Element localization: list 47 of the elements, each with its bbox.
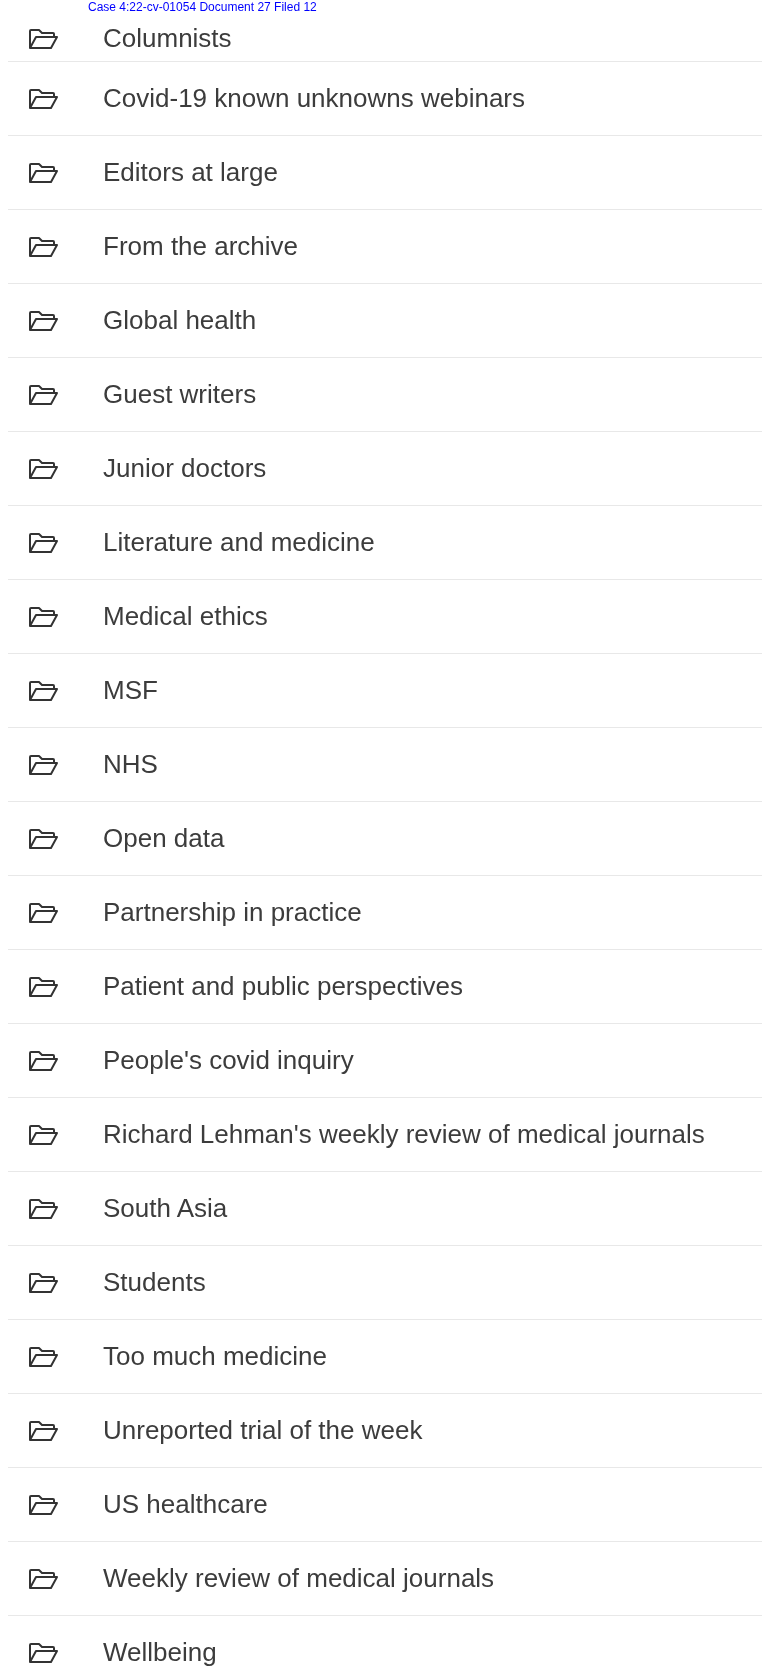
category-link[interactable]: Open data <box>103 819 225 858</box>
category-link[interactable]: People's covid inquiry <box>103 1041 354 1080</box>
folder-icon <box>28 1567 59 1590</box>
folder-icon <box>28 309 59 332</box>
category-link[interactable]: Too much medicine <box>103 1337 327 1376</box>
folder-icon <box>28 1123 59 1146</box>
category-link[interactable]: US healthcare <box>103 1485 268 1524</box>
category-link[interactable]: Students <box>103 1263 206 1302</box>
folder-icon <box>28 1345 59 1368</box>
category-link[interactable]: From the archive <box>103 227 299 266</box>
case-header-text: Case 4:22-cv-01054 Document 27 Filed 12 <box>88 0 317 14</box>
folder-icon <box>28 605 59 628</box>
category-link[interactable]: Patient and public perspectives <box>103 967 463 1006</box>
category-link[interactable]: Unreported trial of the week <box>103 1411 423 1450</box>
folder-icon <box>28 1419 59 1442</box>
folder-icon <box>28 457 59 480</box>
category-link[interactable]: Covid-19 known unknowns webinars <box>103 79 525 118</box>
folder-icon <box>28 531 59 554</box>
folder-icon <box>28 1197 59 1220</box>
folder-icon <box>28 87 59 110</box>
category-link[interactable]: Global health <box>103 301 257 340</box>
category-link[interactable]: Guest writers <box>103 375 257 414</box>
folder-icon <box>28 161 59 184</box>
folder-icon <box>28 1493 59 1516</box>
folder-icon <box>28 1271 59 1294</box>
folder-icon <box>28 753 59 776</box>
folder-icon <box>28 901 59 924</box>
folder-icon <box>28 235 59 258</box>
folder-icon <box>28 827 59 850</box>
category-link[interactable]: Weekly review of medical journals <box>103 1559 495 1598</box>
category-link[interactable]: Medical ethics <box>103 597 268 636</box>
category-link[interactable]: Wellbeing <box>103 1633 217 1667</box>
category-link[interactable]: Editors at large <box>103 153 278 192</box>
category-link[interactable]: South Asia <box>103 1189 228 1228</box>
folder-icon <box>28 27 59 50</box>
folder-icon <box>28 1049 59 1072</box>
category-link[interactable]: Literature and medicine <box>103 523 375 562</box>
category-link[interactable]: NHS <box>103 745 158 784</box>
category-link[interactable]: Columnists <box>103 19 232 58</box>
folder-icon <box>28 679 59 702</box>
category-link[interactable]: Partnership in practice <box>103 893 362 932</box>
category-link[interactable]: Junior doctors <box>103 449 267 488</box>
category-link[interactable]: Richard Lehman's weekly review of medical journals <box>103 1115 705 1154</box>
category-link[interactable]: MSF <box>103 671 158 710</box>
folder-icon <box>28 383 59 406</box>
folder-icon <box>28 1641 59 1664</box>
folder-icon <box>28 975 59 998</box>
